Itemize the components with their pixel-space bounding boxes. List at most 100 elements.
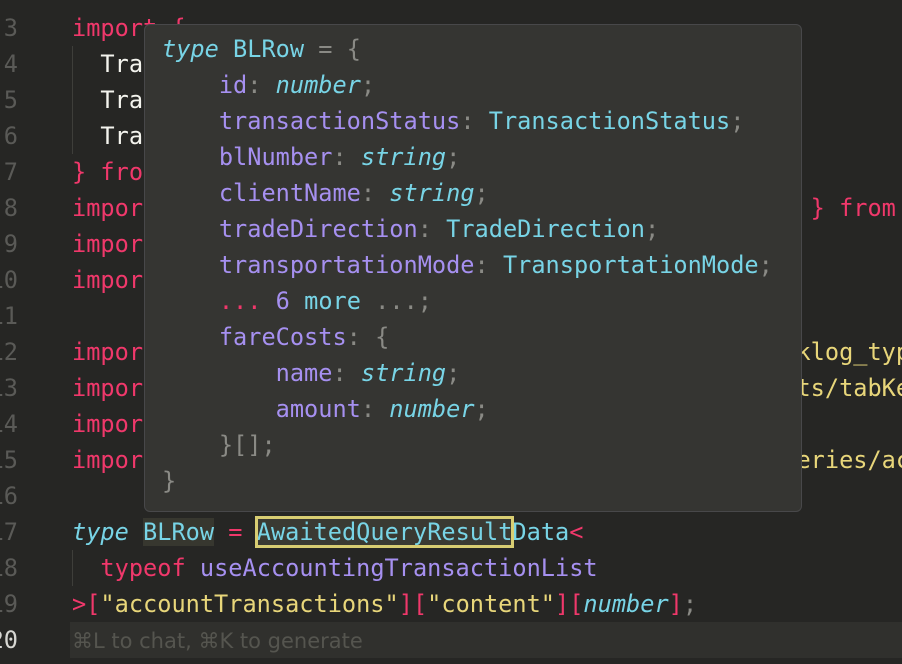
popup-token [162,107,219,135]
popup-line: fareCosts: { [162,319,389,355]
code-line[interactable]: 18 typeof useAccountingTransactionList [0,550,902,586]
line-number: 9 [3,230,18,258]
code-text: Tra [72,46,143,82]
popup-token: more [304,287,361,315]
code-line[interactable]: 19>["accountTransactions"]["content"][nu… [0,586,902,622]
code-token: number [583,590,669,618]
popup-token [261,287,275,315]
popup-line: ... 6 more ...; [162,283,432,319]
indent-guide [72,46,73,154]
popup-token: TransactionStatus [488,107,731,135]
code-token: ][ [398,590,428,618]
popup-token: } [162,467,177,495]
line-number: 14 [0,410,18,438]
popup-token: ; [446,359,461,387]
code-token: ] [668,590,683,618]
code-text: typeof useAccountingTransactionList [72,550,598,586]
line-number: 8 [3,194,18,222]
popup-token [162,71,219,99]
popup-token: string [389,179,475,207]
code-token: impor [72,410,144,438]
popup-token: : { [346,323,390,351]
line-number: 17 [0,518,18,546]
popup-token: clientName [218,179,361,207]
line-number: 19 [0,590,18,618]
code-token: impor [72,230,144,258]
popup-token [162,143,219,171]
code-token: Tra [72,50,144,78]
code-token: BLRow [143,518,215,546]
line-number: 10 [0,266,18,294]
popup-token [361,287,375,315]
line-number: 13 [0,374,18,402]
popup-token: TransportationMode [502,251,759,279]
popup-line: transportationMode: TransportationMode; [162,247,773,283]
popup-line: blNumber: string; [162,139,461,175]
popup-token: string [360,359,447,387]
popup-line: } [162,463,176,499]
indent-guide [72,550,73,586]
popup-line: id: number; [162,67,375,103]
popup-token [162,287,219,315]
inline-hint-text: ⌘L to chat, ⌘K to generate [72,629,363,653]
line-number: 3 [3,14,18,42]
popup-token: ... [375,287,418,315]
code-token: } fro [72,158,144,186]
code-token: Tra [72,122,144,150]
popup-token: : [460,107,489,135]
popup-token: : [474,251,503,279]
code-token: impor [72,374,144,402]
popup-token [162,215,219,243]
popup-token: ; [645,215,660,243]
code-token: ts/tabKe [796,374,902,402]
hovered-symbol[interactable]: AwaitedQueryResult [254,516,515,548]
code-token: impor [72,338,144,366]
code-token: < [569,518,584,546]
line-number: 4 [3,50,18,78]
popup-token: : [332,359,361,387]
line-number: 16 [0,482,18,510]
popup-token [162,179,219,207]
popup-line: type BLRow = { [162,31,361,67]
popup-token: BLRow [233,35,305,63]
popup-token: : [360,179,390,207]
code-text: impor [72,406,143,442]
popup-line: }[]; [162,427,276,463]
popup-token: ; [758,251,773,279]
code-token: >[ [72,590,101,618]
current-code-line[interactable]: 20 ⌘L to chat, ⌘K to generate [0,622,902,658]
popup-token: TradeDirection [446,215,645,243]
popup-token: transactionStatus [218,107,461,135]
popup-token: type [162,35,219,63]
popup-token: string [360,143,447,171]
code-token: impor [72,266,144,294]
popup-token: 6 [275,287,290,315]
popup-token [219,35,233,63]
popup-line: name: string; [162,355,461,391]
code-token: Data [512,518,570,546]
code-line[interactable]: 17 type BLRow = AwaitedQueryResultData< [0,514,902,550]
popup-line: amount: number; [162,391,489,427]
popup-token [162,251,219,279]
popup-token: number [389,395,475,423]
popup-token: : [360,395,390,423]
code-token: useAccountingTransactionList [199,554,598,582]
line-number: 6 [3,122,18,150]
popup-token: : [247,71,276,99]
popup-token [162,323,219,351]
code-text: impor [72,226,143,262]
code-token: = [228,518,243,546]
code-text: } fro [72,154,143,190]
popup-token: amount [275,395,361,423]
popup-line: tradeDirection: TradeDirection; [162,211,659,247]
popup-token [162,431,219,459]
code-text: Tra [72,82,143,118]
popup-token: blNumber [218,143,333,171]
code-token: impor [72,446,144,474]
code-token: ; [682,590,698,618]
popup-token: ; [446,143,461,171]
popup-line: transactionStatus: TransactionStatus; [162,103,745,139]
popup-token [162,359,276,387]
